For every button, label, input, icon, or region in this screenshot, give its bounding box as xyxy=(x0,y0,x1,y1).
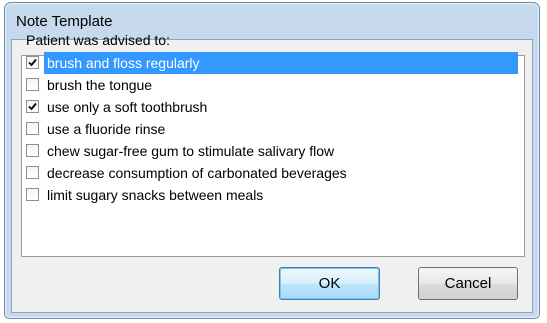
cancel-button[interactable]: Cancel xyxy=(418,267,518,300)
item-label[interactable]: chew sugar-free gum to stimulate salivar… xyxy=(44,140,518,162)
list-item[interactable]: chew sugar-free gum to stimulate salivar… xyxy=(26,140,518,162)
checkbox[interactable] xyxy=(26,144,39,157)
item-label[interactable]: use a fluoride rinse xyxy=(44,118,518,140)
item-label[interactable]: brush the tongue xyxy=(44,74,518,96)
item-label[interactable]: decrease consumption of carbonated bever… xyxy=(44,162,518,184)
item-label[interactable]: use only a soft toothbrush xyxy=(44,96,518,118)
list-item[interactable]: limit sugary snacks between meals xyxy=(26,184,518,206)
checkmark-icon xyxy=(28,102,37,111)
prompt-label: Patient was advised to: xyxy=(26,32,170,48)
item-label[interactable]: brush and floss regularly xyxy=(44,52,518,74)
dialog-title: Note Template xyxy=(16,13,113,30)
checkbox[interactable] xyxy=(26,122,39,135)
checkbox[interactable] xyxy=(26,78,39,91)
list-item[interactable]: use only a soft toothbrush xyxy=(26,96,518,118)
ok-button[interactable]: OK xyxy=(279,267,380,300)
checkbox[interactable] xyxy=(26,166,39,179)
checkmark-icon xyxy=(28,58,37,67)
list-item[interactable]: decrease consumption of carbonated bever… xyxy=(26,162,518,184)
checklist: brush and floss regularly brush the tong… xyxy=(26,52,518,206)
list-item[interactable]: brush the tongue xyxy=(26,74,518,96)
checkbox[interactable] xyxy=(26,188,39,201)
checkbox[interactable] xyxy=(26,56,39,69)
checkbox[interactable] xyxy=(26,100,39,113)
list-item[interactable]: brush and floss regularly xyxy=(26,52,518,74)
item-label[interactable]: limit sugary snacks between meals xyxy=(44,184,518,206)
list-item[interactable]: use a fluoride rinse xyxy=(26,118,518,140)
